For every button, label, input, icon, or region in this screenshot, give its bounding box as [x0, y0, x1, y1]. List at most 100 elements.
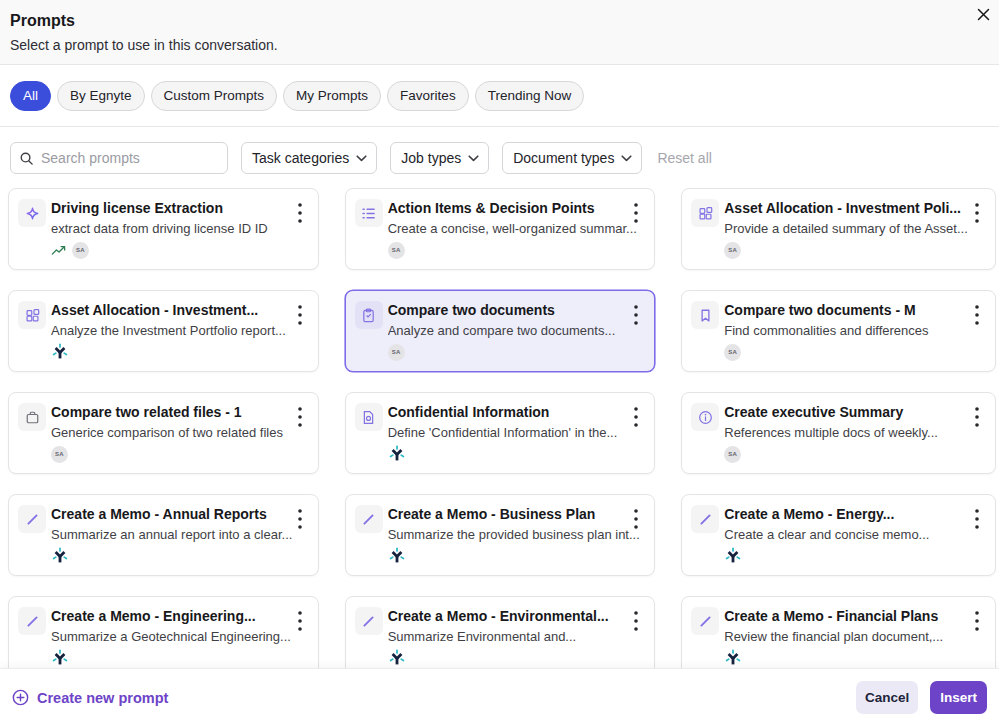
prompt-card[interactable]: Driving license Extractionextract data f…: [8, 188, 319, 270]
kebab-menu-icon[interactable]: [628, 609, 644, 633]
close-icon[interactable]: [975, 7, 991, 23]
egnyte-ai-plane-icon: [724, 547, 742, 565]
author-badge: SA: [724, 344, 741, 361]
chip-favorites[interactable]: Favorites: [387, 81, 469, 111]
prompt-card-title: Create a Memo - Engineering...: [51, 607, 284, 626]
kebab-menu-icon[interactable]: [292, 507, 308, 531]
kebab-menu-icon[interactable]: [969, 405, 985, 429]
prompt-card[interactable]: Create a Memo - Energy...Create a clear …: [681, 494, 996, 576]
kebab-menu-icon[interactable]: [628, 303, 644, 327]
file-badge-icon: [355, 403, 383, 431]
prompt-card[interactable]: Create a Memo - Engineering...Summarize …: [8, 596, 319, 678]
dialog-header: Prompts Select a prompt to use in this c…: [0, 0, 999, 65]
cancel-button[interactable]: Cancel: [856, 681, 918, 714]
prompt-card[interactable]: Create a Memo - Environmental... Summariz…: [345, 596, 656, 678]
kebab-menu-icon[interactable]: [292, 405, 308, 429]
pencil-icon: [355, 607, 383, 635]
kebab-menu-icon[interactable]: [628, 405, 644, 429]
prompt-card[interactable]: Asset Allocation - Investment... Analyze …: [8, 290, 319, 372]
sparkle-icon: [18, 199, 46, 227]
prompt-card-grid: Driving license Extractionextract data f…: [8, 188, 996, 678]
search-input-wrap[interactable]: [10, 142, 228, 174]
prompt-card-title: Create executive Summary: [724, 403, 961, 422]
create-new-prompt-label: Create new prompt: [37, 690, 168, 706]
kebab-menu-icon[interactable]: [628, 201, 644, 225]
blocks-icon: [691, 199, 719, 227]
kebab-menu-icon[interactable]: [969, 609, 985, 633]
prompt-card-description: Find commonalities and differences: [724, 323, 983, 339]
dialog-subtitle: Select a prompt to use in this conversat…: [10, 37, 983, 53]
author-badge: SA: [388, 242, 405, 259]
kebab-menu-icon[interactable]: [292, 303, 308, 327]
prompt-card[interactable]: Compare two documentsAnalyze and compare…: [345, 290, 656, 372]
clipboard-icon: [355, 301, 383, 329]
egnyte-ai-plane-icon: [51, 547, 69, 565]
chip-all[interactable]: All: [10, 81, 51, 111]
prompt-card[interactable]: Create a Memo - Financial PlansReview th…: [681, 596, 996, 678]
job-types-dropdown[interactable]: Job types: [390, 142, 489, 174]
author-badge: SA: [72, 242, 89, 259]
list-icon: [355, 199, 383, 227]
prompt-card-description: Summarize an annual report into a clear.…: [51, 527, 306, 543]
task-categories-dropdown[interactable]: Task categories: [241, 142, 377, 174]
prompt-card-title: Create a Memo - Business Plan: [388, 505, 621, 524]
chip-custom-prompts[interactable]: Custom Prompts: [151, 81, 278, 111]
prompt-card[interactable]: Compare two related files - 1Generice co…: [8, 392, 319, 474]
prompt-card-title: Create a Memo - Annual Reports: [51, 505, 284, 524]
chip-my-prompts[interactable]: My Prompts: [283, 81, 381, 111]
blocks-icon: [18, 301, 46, 329]
prompt-card-description: Analyze and compare two documents...: [388, 323, 643, 339]
prompt-card-title: Create a Memo - Energy...: [724, 505, 961, 524]
prompt-card-description: extract data from driving license ID ID: [51, 221, 306, 237]
dropdown-label: Document types: [513, 150, 614, 166]
pencil-icon: [18, 607, 46, 635]
prompt-card-description: Summarize the provided business plan int…: [388, 527, 643, 543]
pencil-icon: [18, 505, 46, 533]
prompt-card-title: Compare two related files - 1: [51, 403, 284, 422]
page-title: Prompts: [10, 12, 983, 30]
dialog-footer: Create new prompt Cancel Insert: [0, 668, 999, 726]
kebab-menu-icon[interactable]: [292, 609, 308, 633]
egnyte-ai-plane-icon: [51, 649, 69, 667]
prompt-card-description: Analyze the Investment Portfolio report.…: [51, 323, 306, 339]
prompt-card[interactable]: Action Items & Decision PointsCreate a c…: [345, 188, 656, 270]
prompt-card-description: Summarize Environmental and...: [388, 629, 643, 645]
search-icon: [19, 151, 34, 166]
pencil-icon: [691, 505, 719, 533]
egnyte-ai-plane-icon: [51, 343, 69, 361]
author-badge: SA: [388, 344, 405, 361]
search-input[interactable]: [39, 149, 219, 167]
chevron-down-icon: [621, 155, 632, 162]
kebab-menu-icon[interactable]: [969, 201, 985, 225]
author-badge: SA: [724, 446, 741, 463]
prompt-card[interactable]: Compare two documents - M Find commonalit…: [681, 290, 996, 372]
prompt-card-title: Create a Memo - Financial Plans: [724, 607, 961, 626]
author-badge: SA: [724, 242, 741, 259]
prompt-card[interactable]: Create a Memo - Business Plan Summarize t…: [345, 494, 656, 576]
prompt-card-description: Provide a detailed summary of the Asset.…: [724, 221, 983, 237]
dropdown-label: Task categories: [252, 150, 349, 166]
prompt-card[interactable]: Confidential InformationDefine 'Confiden…: [345, 392, 656, 474]
prompt-card[interactable]: Asset Allocation - Investment Poli...Pro…: [681, 188, 996, 270]
kebab-menu-icon[interactable]: [628, 507, 644, 531]
kebab-menu-icon[interactable]: [969, 303, 985, 327]
egnyte-ai-plane-icon: [388, 445, 406, 463]
document-types-dropdown[interactable]: Document types: [502, 142, 642, 174]
chip-trending-now[interactable]: Trending Now: [475, 81, 585, 111]
box-icon: [18, 403, 46, 431]
prompt-card-title: Compare two documents - M: [724, 301, 961, 320]
chevron-down-icon: [468, 155, 479, 162]
prompt-card-title: Create a Memo - Environmental...: [388, 607, 621, 626]
prompt-card[interactable]: Create a Memo - Annual Reports Summarize …: [8, 494, 319, 576]
pencil-icon: [691, 607, 719, 635]
create-new-prompt-button[interactable]: Create new prompt: [12, 689, 168, 706]
egnyte-ai-plane-icon: [388, 547, 406, 565]
insert-button[interactable]: Insert: [930, 681, 987, 714]
chip-by-egnyte[interactable]: By Egnyte: [57, 81, 145, 111]
filters-row: Task categories Job types Document types…: [0, 127, 999, 189]
kebab-menu-icon[interactable]: [292, 201, 308, 225]
prompt-card[interactable]: Create executive SummaryReferences multi…: [681, 392, 996, 474]
prompt-card-title: Asset Allocation - Investment...: [51, 301, 284, 320]
reset-all-button[interactable]: Reset all: [657, 150, 711, 166]
kebab-menu-icon[interactable]: [969, 507, 985, 531]
